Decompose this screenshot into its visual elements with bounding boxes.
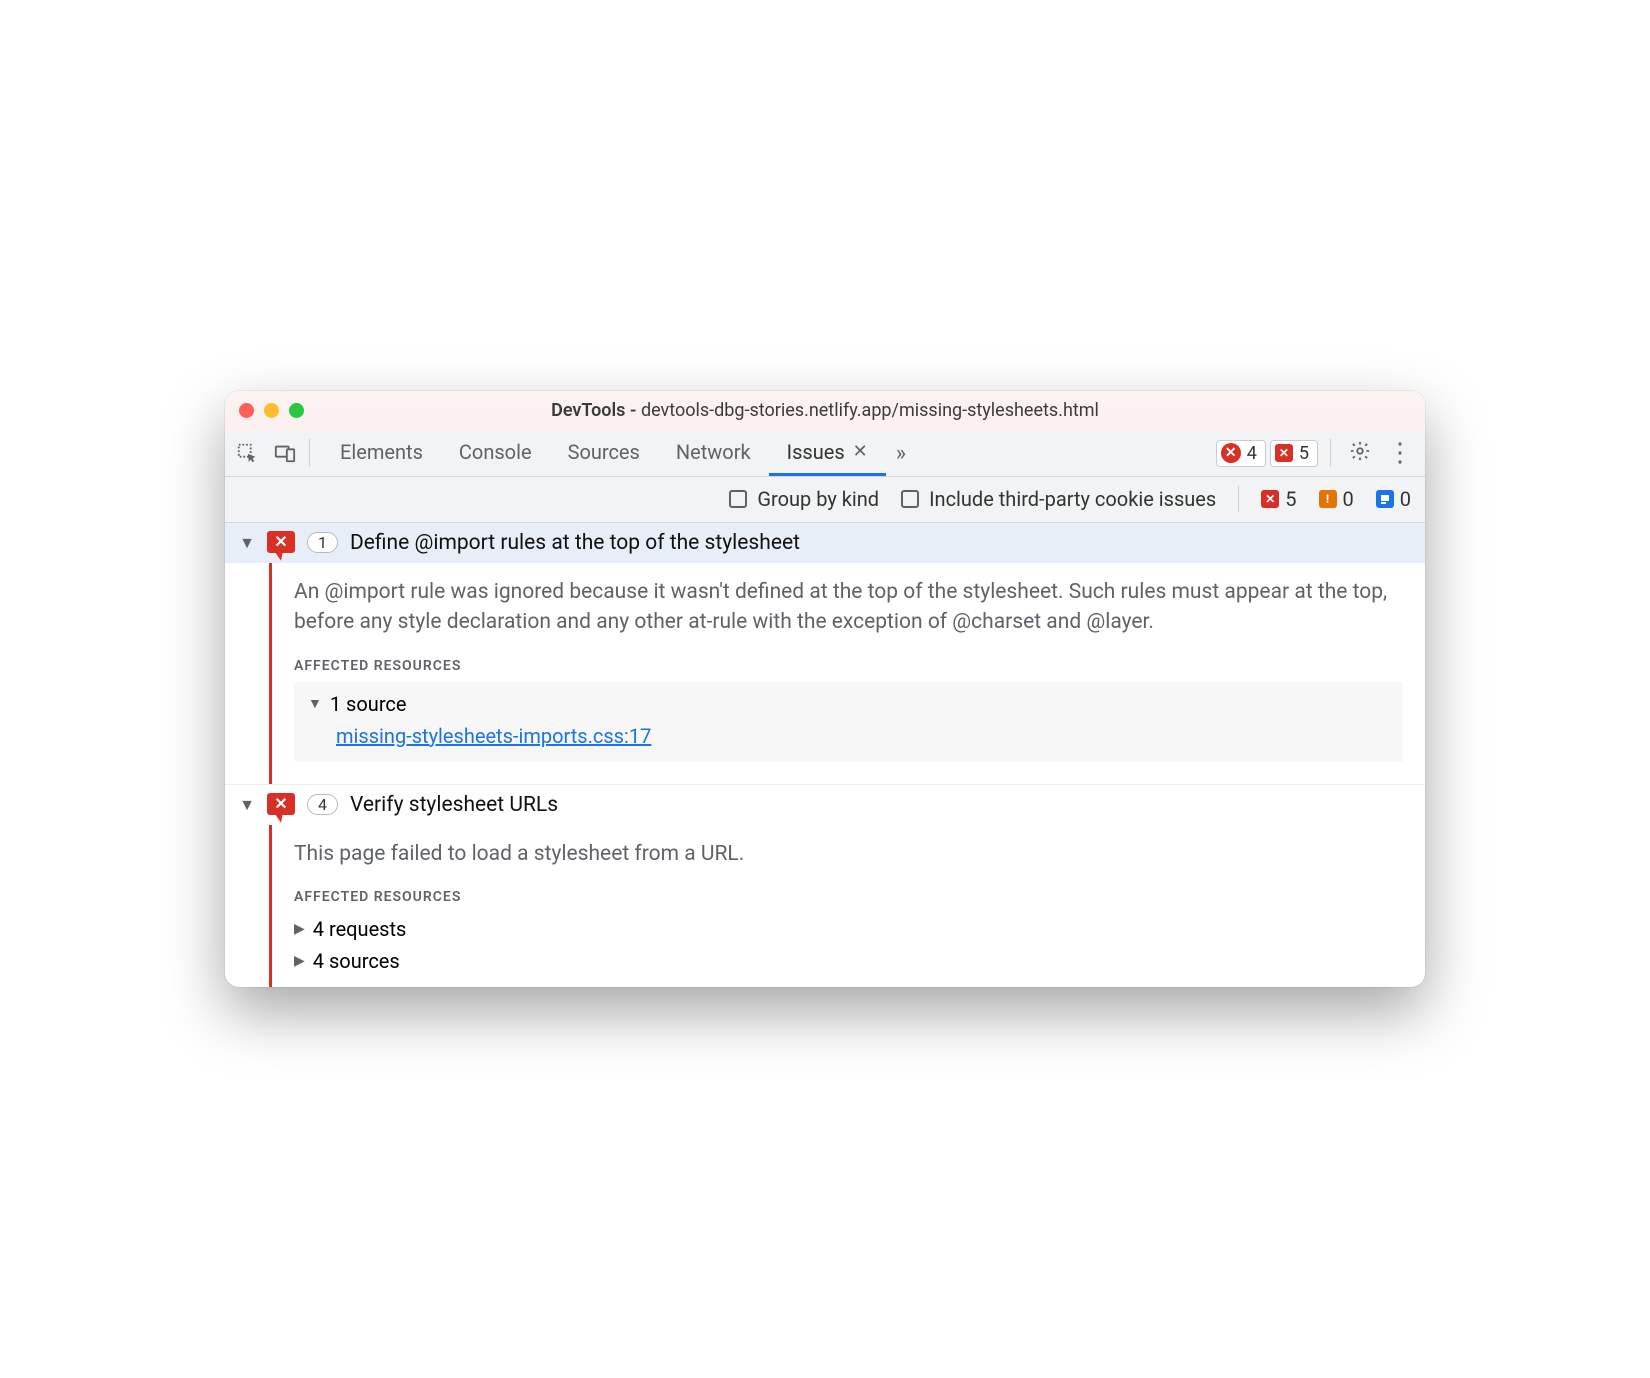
window-title-url: devtools-dbg-stories.netlify.app/missing… [641,400,1099,421]
filter-warnings-count[interactable]: ! 0 [1319,487,1354,511]
checkbox-icon [729,490,747,508]
issue-severity-icon: ✕ [267,531,295,555]
devtools-window: DevTools - devtools-dbg-stories.netlify.… [225,391,1425,987]
window-close-button[interactable] [239,403,254,418]
panel-tabs: Elements Console Sources Network Issues … [322,431,886,476]
source-link[interactable]: missing-stylesheets-imports.css:17 [336,724,651,748]
close-icon[interactable]: ✕ [853,441,868,462]
device-toolbar-icon[interactable] [273,441,297,465]
checkbox-icon [901,490,919,508]
chevron-right-icon: ▶ [294,953,305,969]
issue-count-pill: 1 [307,532,338,553]
traffic-lights [239,403,304,418]
include-third-party-label: Include third-party cookie issues [929,487,1216,511]
window-maximize-button[interactable] [289,403,304,418]
tab-issues[interactable]: Issues ✕ [769,431,886,476]
window-minimize-button[interactable] [264,403,279,418]
sources-summary: 4 sources [313,949,400,973]
issue-description: This page failed to load a stylesheet fr… [294,839,1403,869]
window-title-prefix: DevTools - [551,400,641,421]
window-title: DevTools - devtools-dbg-stories.netlify.… [225,400,1425,421]
affected-resources-label: AFFECTED RESOURCES [294,658,1403,674]
separator [309,439,310,467]
error-icon: ✕ [1275,444,1293,462]
group-by-kind-label: Group by kind [757,487,879,511]
info-icon [1376,490,1394,508]
requests-summary: 4 requests [313,917,407,941]
error-count-square: 5 [1299,443,1309,464]
settings-button[interactable] [1343,440,1377,466]
filter-info-count[interactable]: 0 [1376,487,1411,511]
warning-icon: ! [1319,490,1337,508]
chevron-down-icon: ▼ [308,695,322,712]
source-link-row: missing-stylesheets-imports.css:17 [308,724,1389,748]
tab-network[interactable]: Network [658,431,769,476]
requests-group[interactable]: ▶ 4 requests [294,913,1403,945]
tab-sources[interactable]: Sources [550,431,658,476]
issue-title: Define @import rules at the top of the s… [350,531,800,555]
include-third-party-checkbox[interactable]: Include third-party cookie issues [901,487,1216,511]
issue-row[interactable]: ▼ ✕ 1 Define @import rules at the top of… [225,523,1425,563]
issue-severity-icon: ✕ [267,793,295,817]
issues-filterbar: Group by kind Include third-party cookie… [225,477,1425,523]
error-count-badge-round[interactable]: ✕ 4 [1216,440,1266,467]
more-menu-button[interactable]: ⋮ [1381,440,1419,466]
issue-count-pill: 4 [307,794,338,815]
error-icon: ✕ [1221,443,1241,463]
sources-summary: 1 source [330,692,407,716]
error-icon: ✕ [1261,490,1279,508]
error-count-round: 4 [1247,443,1257,464]
chevron-down-icon[interactable]: ▼ [239,533,255,553]
tabs-overflow-button[interactable]: » [890,441,912,466]
tab-elements[interactable]: Elements [322,431,441,476]
issue-row[interactable]: ▼ ✕ 4 Verify stylesheet URLs [225,784,1425,825]
chevron-right-icon: ▶ [294,921,305,937]
issue-body: This page failed to load a stylesheet fr… [269,825,1425,987]
filter-errors-count[interactable]: ✕ 5 [1261,487,1296,511]
error-count-badge-square[interactable]: ✕ 5 [1270,440,1318,467]
sources-group[interactable]: ▶ 4 sources [294,945,1403,977]
affected-resources-box: ▼ 1 source missing-stylesheets-imports.c… [294,682,1403,762]
issue-title: Verify stylesheet URLs [350,793,558,817]
affected-resources-label: AFFECTED RESOURCES [294,889,1403,905]
issue-description: An @import rule was ignored because it w… [294,577,1403,638]
sources-group[interactable]: ▼ 1 source [308,692,1389,716]
titlebar: DevTools - devtools-dbg-stories.netlify.… [225,391,1425,431]
group-by-kind-checkbox[interactable]: Group by kind [729,487,879,511]
issue-body: An @import rule was ignored because it w… [269,563,1425,784]
separator [1330,439,1331,467]
main-tabbar: Elements Console Sources Network Issues … [225,431,1425,477]
tabbar-left-tools [235,441,297,465]
tab-console[interactable]: Console [441,431,550,476]
inspect-element-icon[interactable] [235,441,259,465]
chevron-down-icon[interactable]: ▼ [239,795,255,815]
separator [1238,486,1239,512]
